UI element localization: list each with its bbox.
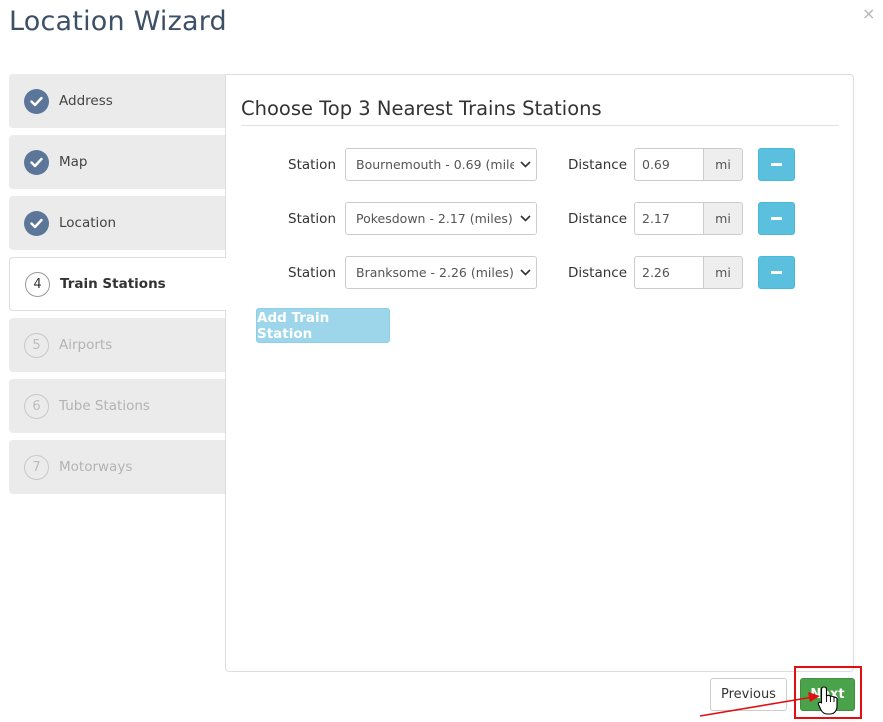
remove-station-button[interactable] xyxy=(758,148,795,181)
distance-label: Distance xyxy=(568,211,628,227)
step-label: Train Stations xyxy=(60,276,166,292)
previous-button[interactable]: Previous xyxy=(710,678,787,711)
step-address[interactable]: Address xyxy=(9,74,226,128)
unit-addon: mi xyxy=(703,202,743,235)
wizard-title: Location Wizard xyxy=(9,6,227,37)
distance-label: Distance xyxy=(568,265,628,281)
station-row: Station Pokesdown - 2.17 (miles) Distanc… xyxy=(226,202,855,235)
step-number: 6 xyxy=(24,393,49,419)
station-row: Station Bournemouth - 0.69 (miles) Dista… xyxy=(226,148,855,181)
unit-addon: mi xyxy=(703,256,743,289)
step-label: Tube Stations xyxy=(59,398,150,414)
step-number: 7 xyxy=(24,454,49,480)
step-location[interactable]: Location xyxy=(9,196,226,250)
distance-input[interactable]: 2.17 xyxy=(634,202,704,235)
add-train-station-button[interactable]: Add Train Station xyxy=(256,308,390,343)
distance-input[interactable]: 0.69 xyxy=(634,148,704,181)
step-number: 5 xyxy=(24,332,49,358)
chevron-down-icon xyxy=(514,149,536,180)
next-button[interactable]: Next xyxy=(800,678,855,711)
station-select-value: Bournemouth - 0.69 (miles) xyxy=(356,157,529,172)
minus-icon xyxy=(771,271,782,274)
divider xyxy=(241,125,839,126)
step-tube-stations: 6 Tube Stations xyxy=(9,379,226,433)
station-select[interactable]: Branksome - 2.26 (miles) xyxy=(345,256,537,289)
step-label: Airports xyxy=(59,337,113,353)
check-icon xyxy=(24,149,49,175)
remove-station-button[interactable] xyxy=(758,256,795,289)
station-select-value: Pokesdown - 2.17 (miles) xyxy=(356,211,513,226)
step-label: Map xyxy=(59,154,88,170)
step-motorways: 7 Motorways xyxy=(9,440,226,494)
step-number: 4 xyxy=(25,271,50,297)
close-icon[interactable]: × xyxy=(862,4,875,23)
check-icon xyxy=(24,210,49,236)
chevron-down-icon xyxy=(514,257,536,288)
unit-addon: mi xyxy=(703,148,743,181)
step-label: Motorways xyxy=(59,459,133,475)
step-map[interactable]: Map xyxy=(9,135,226,189)
train-stations-panel: Choose Top 3 Nearest Trains Stations Sta… xyxy=(225,74,854,672)
panel-title: Choose Top 3 Nearest Trains Stations xyxy=(241,97,602,120)
station-select[interactable]: Pokesdown - 2.17 (miles) xyxy=(345,202,537,235)
step-label: Address xyxy=(59,93,113,109)
remove-station-button[interactable] xyxy=(758,202,795,235)
distance-input[interactable]: 2.26 xyxy=(634,256,704,289)
station-label: Station xyxy=(288,265,336,281)
minus-icon xyxy=(771,217,782,220)
station-label: Station xyxy=(288,211,336,227)
station-row: Station Branksome - 2.26 (miles) Distanc… xyxy=(226,256,855,289)
check-icon xyxy=(24,88,49,114)
minus-icon xyxy=(771,163,782,166)
step-train-stations[interactable]: 4 Train Stations xyxy=(9,257,226,311)
station-select[interactable]: Bournemouth - 0.69 (miles) xyxy=(345,148,537,181)
step-airports: 5 Airports xyxy=(9,318,226,372)
distance-label: Distance xyxy=(568,157,628,173)
station-select-value: Branksome - 2.26 (miles) xyxy=(356,265,514,280)
station-label: Station xyxy=(288,157,336,173)
step-label: Location xyxy=(59,215,117,231)
chevron-down-icon xyxy=(514,203,536,234)
